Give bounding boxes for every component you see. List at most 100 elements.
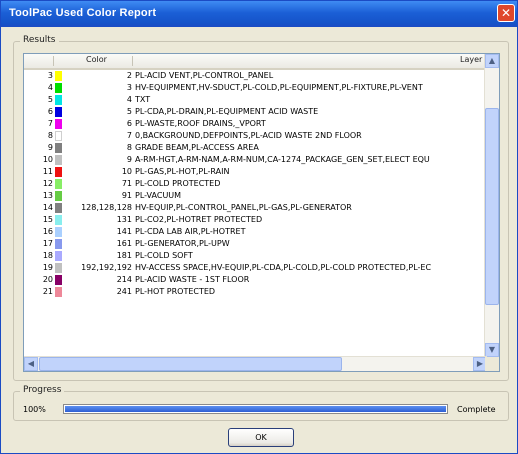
row-index: 17: [42, 239, 53, 248]
color-swatch: [55, 131, 62, 141]
layer-list: PL-GAS,PL-HOT,PL-RAIN: [135, 167, 230, 176]
row-index: 9: [47, 143, 53, 152]
layer-list: HV-EQUIP,PL-CONTROL_PANEL,PL-GAS,PL-GENE…: [135, 203, 352, 212]
list-item[interactable]: 6 5 PL-CDA,PL-DRAIN,PL-EQUIPMENT ACID WAST…: [24, 106, 487, 118]
list-item[interactable]: 19 192,192,192 HV-ACCESS SPACE,HV-EQUIP,PL…: [24, 262, 487, 274]
color-value: 5: [126, 107, 132, 116]
row-index: 20: [42, 275, 53, 284]
scroll-down-button[interactable]: ▼: [485, 343, 499, 357]
row-index: 12: [42, 179, 53, 188]
list-item[interactable]: 5 4 TXT: [24, 94, 487, 106]
color-swatch: [55, 83, 62, 93]
list-item[interactable]: 13 91 PL-VACUUM: [24, 190, 487, 202]
layer-list: TXT: [135, 95, 151, 104]
horizontal-scrollbar[interactable]: ◀ ▶: [24, 356, 487, 371]
list-item[interactable]: 11 10 PL-GAS,PL-HOT,PL-RAIN: [24, 166, 487, 178]
color-swatch: [55, 95, 62, 105]
color-swatch: [55, 287, 62, 297]
list-item[interactable]: 20 214 PL-ACID WASTE - 1ST FLOOR: [24, 274, 487, 286]
column-header-layer[interactable]: Layer: [460, 55, 482, 64]
row-index: 19: [42, 263, 53, 272]
list-item[interactable]: 4 3 HV-EQUIPMENT,HV-SDUCT,PL-COLD,PL-EQUIP…: [24, 82, 487, 94]
layer-list: HV-EQUIPMENT,HV-SDUCT,PL-COLD,PL-EQUIPME…: [135, 83, 423, 92]
layer-list: PL-COLD PROTECTED: [135, 179, 221, 188]
color-swatch: [55, 215, 62, 225]
color-value: 6: [126, 119, 132, 128]
color-swatch: [55, 119, 62, 129]
layer-list: PL-CDA,PL-DRAIN,PL-EQUIPMENT ACID WASTE: [135, 107, 319, 116]
progress-label: Progress: [20, 385, 65, 395]
color-value: 4: [126, 95, 132, 104]
row-index: 16: [42, 227, 53, 236]
list-header: Color Layer: [24, 54, 487, 70]
color-value: 8: [126, 143, 132, 152]
row-index: 14: [42, 203, 53, 212]
color-value: 9: [126, 155, 132, 164]
list-item[interactable]: 9 8 GRADE BEAM,PL-ACCESS AREA: [24, 142, 487, 154]
color-value: 192,192,192: [81, 263, 132, 272]
list-item[interactable]: 14 128,128,128 HV-EQUIP,PL-CONTROL_PANEL,P…: [24, 202, 487, 214]
list-item[interactable]: 7 6 PL-WASTE,ROOF DRAINS,_VPORT: [24, 118, 487, 130]
color-value: 181: [116, 251, 132, 260]
horizontal-scroll-thumb[interactable]: [39, 357, 342, 371]
layer-list: PL-HOT PROTECTED: [135, 287, 216, 296]
title-bar[interactable]: ToolPac Used Color Report ✕: [1, 1, 517, 27]
list-item[interactable]: 8 7 0,BACKGROUND,DEFPOINTS,PL-ACID WASTE 2…: [24, 130, 487, 142]
progress-percent: 100%: [23, 405, 46, 414]
list-item[interactable]: 10 9 A-RM-HGT,A-RM-NAM,A-RM-NUM,CA-1274_PA…: [24, 154, 487, 166]
progress-bar-fill: [65, 406, 446, 412]
scrollbar-corner: [485, 357, 499, 371]
row-index: 10: [42, 155, 53, 164]
color-value: 131: [116, 215, 132, 224]
color-swatch: [55, 251, 62, 261]
row-index: 13: [42, 191, 53, 200]
progress-status: Complete: [457, 405, 496, 414]
scroll-left-button[interactable]: ◀: [24, 357, 38, 371]
color-swatch: [55, 203, 62, 213]
list-item[interactable]: 15 131 PL-CO2,PL-HOTRET PROTECTED: [24, 214, 487, 226]
color-swatch: [55, 275, 62, 285]
list-item[interactable]: 3 2 PL-ACID VENT,PL-CONTROL_PANEL: [24, 70, 487, 82]
row-index: 8: [47, 131, 53, 140]
list-item[interactable]: 21 241 PL-HOT PROTECTED: [24, 286, 487, 298]
vertical-scroll-thumb[interactable]: [485, 108, 499, 305]
layer-list: PL-ACID WASTE - 1ST FLOOR: [135, 275, 250, 284]
color-swatch: [55, 179, 62, 189]
color-value: 2: [126, 71, 132, 80]
row-index: 6: [47, 107, 53, 116]
window-title: ToolPac Used Color Report: [9, 7, 157, 19]
list-item[interactable]: 12 71 PL-COLD PROTECTED: [24, 178, 487, 190]
close-button[interactable]: ✕: [497, 4, 515, 22]
row-index: 3: [47, 71, 53, 80]
color-value: 128,128,128: [81, 203, 132, 212]
ok-button[interactable]: OK: [228, 428, 294, 447]
color-list[interactable]: Color Layer 3 2 PL-ACID VENT,PL-CONTROL_PA…: [23, 53, 500, 372]
scroll-up-button[interactable]: ▲: [485, 54, 499, 68]
color-swatch: [55, 167, 62, 177]
layer-list: PL-GENERATOR,PL-UPW: [135, 239, 230, 248]
color-swatch: [55, 155, 62, 165]
color-value: 91: [121, 191, 132, 200]
color-swatch: [55, 143, 62, 153]
layer-list: PL-COLD SOFT: [135, 251, 193, 260]
row-index: 7: [47, 119, 53, 128]
color-value: 7: [126, 131, 132, 140]
color-value: 71: [121, 179, 132, 188]
color-swatch: [55, 71, 62, 81]
row-index: 5: [47, 95, 53, 104]
row-index: 18: [42, 251, 53, 260]
color-swatch: [55, 239, 62, 249]
list-item[interactable]: 17 161 PL-GENERATOR,PL-UPW: [24, 238, 487, 250]
column-separator[interactable]: [53, 56, 54, 66]
color-value: 241: [116, 287, 132, 296]
progress-bar: [63, 404, 448, 414]
layer-list: PL-CO2,PL-HOTRET PROTECTED: [135, 215, 263, 224]
column-header-color[interactable]: Color: [86, 55, 107, 64]
list-item[interactable]: 16 141 PL-CDA LAB AIR,PL-HOTRET: [24, 226, 487, 238]
vertical-scrollbar[interactable]: ▲ ▼: [484, 54, 499, 357]
list-item[interactable]: 18 181 PL-COLD SOFT: [24, 250, 487, 262]
color-value: 141: [116, 227, 132, 236]
column-separator[interactable]: [132, 56, 133, 66]
color-value: 3: [126, 83, 132, 92]
color-value: 161: [116, 239, 132, 248]
